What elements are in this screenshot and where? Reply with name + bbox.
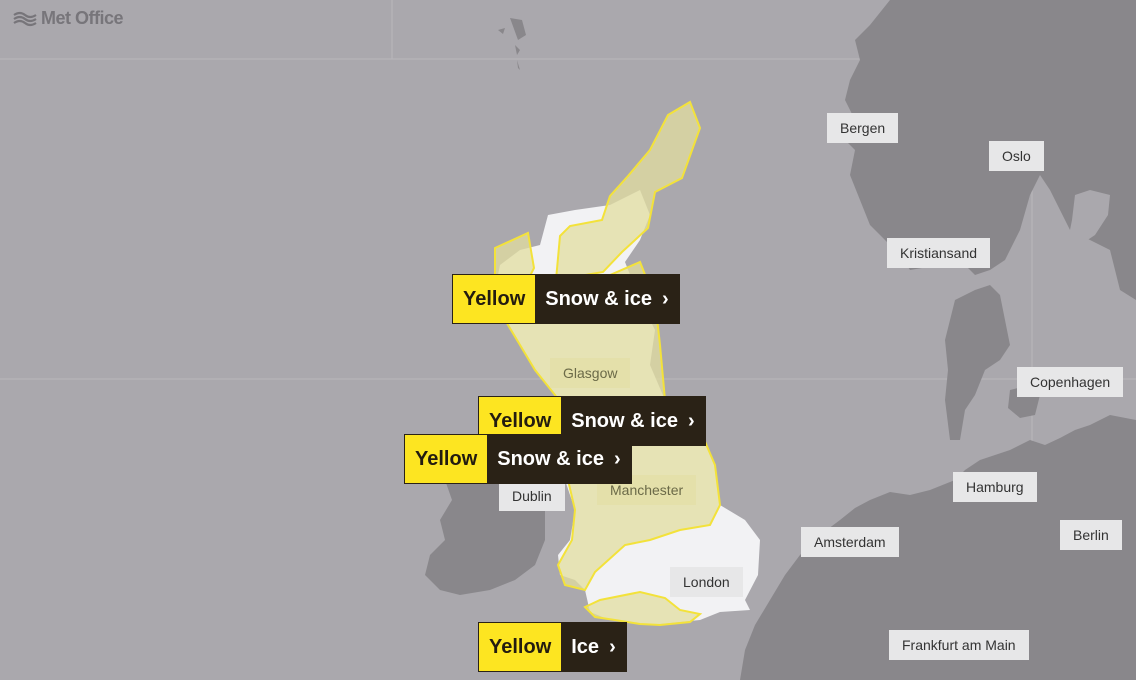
city-label-oslo[interactable]: Oslo	[989, 141, 1044, 171]
map-canvas[interactable]	[0, 0, 1136, 680]
city-label-copenhagen[interactable]: Copenhagen	[1017, 367, 1124, 397]
warning-level: Yellow	[405, 435, 489, 483]
warning-level: Yellow	[453, 275, 537, 323]
warning-type-label: Snow & ice	[545, 287, 652, 310]
met-office-waves-icon	[13, 11, 37, 26]
city-label-frankfurt[interactable]: Frankfurt am Main	[889, 630, 1029, 660]
city-label-hamburg[interactable]: Hamburg	[953, 472, 1037, 502]
city-label-dublin[interactable]: Dublin	[499, 481, 565, 511]
warning-badge[interactable]: Yellow Snow & ice ›	[452, 274, 680, 324]
city-label-amsterdam[interactable]: Amsterdam	[801, 527, 899, 557]
warning-type-label: Ice	[571, 635, 600, 658]
city-label-berlin[interactable]: Berlin	[1060, 520, 1122, 550]
warning-type: Ice ›	[562, 623, 626, 671]
city-label-bergen[interactable]: Bergen	[827, 113, 899, 143]
city-label-kristiansand[interactable]: Kristiansand	[887, 238, 991, 268]
warning-type-label: Snow & ice	[497, 447, 604, 470]
warning-badge[interactable]: Yellow Ice ›	[478, 622, 627, 672]
chevron-right-icon: ›	[609, 635, 616, 658]
warning-level: Yellow	[479, 623, 563, 671]
warning-type: Snow & ice ›	[536, 275, 679, 323]
warning-type-label: Snow & ice	[571, 409, 678, 432]
city-label-london[interactable]: London	[670, 567, 743, 597]
met-office-logo[interactable]: Met Office	[12, 8, 124, 29]
chevron-right-icon: ›	[687, 409, 695, 432]
warning-type: Snow & ice ›	[488, 435, 631, 483]
chevron-right-icon: ›	[661, 287, 669, 310]
land-shetland	[498, 18, 526, 70]
warning-badge[interactable]: Yellow Snow & ice ›	[404, 434, 632, 484]
land-denmark	[945, 285, 1010, 440]
brand-name: Met Office	[41, 8, 124, 28]
chevron-right-icon: ›	[613, 447, 621, 470]
city-label-glasgow[interactable]: Glasgow	[550, 358, 631, 388]
